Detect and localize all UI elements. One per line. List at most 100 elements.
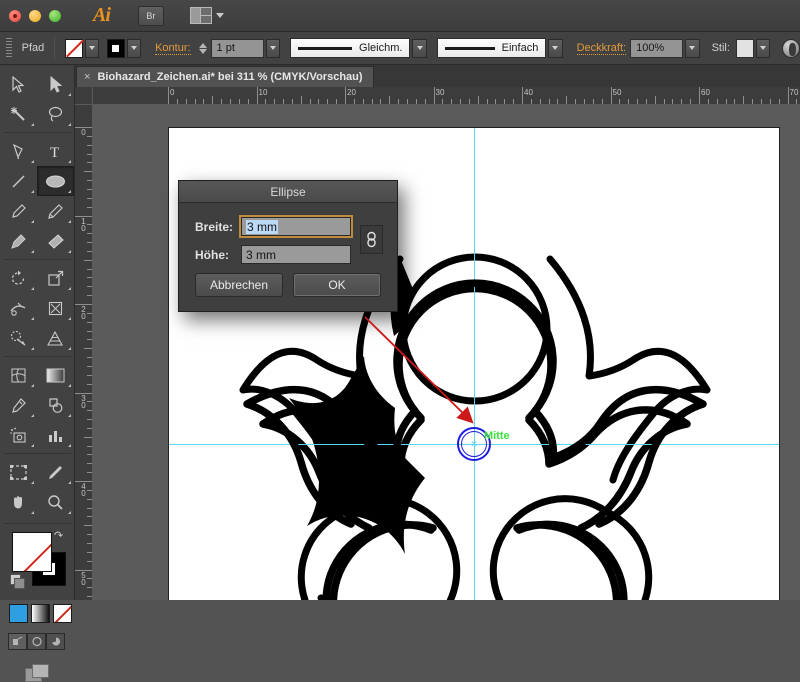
horizontal-ruler[interactable]: 0 10 20 30 40 50 60 70 (93, 87, 800, 105)
ruler-minor-tick (238, 99, 240, 104)
opacity-dropdown-button[interactable] (685, 38, 700, 58)
eraser-tool[interactable] (37, 226, 74, 256)
full-screen-menu-bar-button[interactable] (27, 633, 46, 650)
ruler-minor-tick (87, 507, 92, 509)
stroke-weight-dropdown-button[interactable] (265, 38, 281, 58)
artboard-tool[interactable] (0, 457, 37, 487)
gradient-tool[interactable] (37, 360, 74, 390)
fill-dropdown-button[interactable] (85, 38, 100, 58)
fill-swatch-button[interactable] (65, 38, 84, 58)
stepper-down-icon[interactable] (198, 48, 207, 54)
fill-proxy-swatch[interactable] (12, 532, 52, 572)
ruler-minor-tick (87, 233, 92, 235)
stroke-weight-input[interactable]: 1 pt (210, 38, 264, 58)
control-bar-grip[interactable] (6, 38, 12, 58)
ellipse-tool[interactable] (37, 166, 74, 196)
perspective-grid-tool[interactable] (37, 323, 74, 353)
graphic-style-swatch[interactable] (735, 38, 754, 58)
stroke-weight-label[interactable]: Kontur: (155, 42, 191, 55)
ruler-minor-tick (725, 99, 727, 104)
magic-wand-tool[interactable] (0, 99, 37, 129)
brush-dropdown-button[interactable] (548, 38, 563, 58)
ruler-minor-tick (442, 99, 444, 104)
opacity-label[interactable]: Deckkraft: (576, 42, 627, 55)
eyedropper-tool[interactable] (0, 390, 37, 420)
symbol-sprayer-tool[interactable] (0, 420, 37, 450)
swap-fill-stroke-icon[interactable]: ↷ (54, 530, 66, 542)
ruler-minor-tick (672, 99, 674, 104)
brush-definition-select[interactable]: Einfach (436, 38, 547, 58)
ruler-minor-tick (645, 99, 647, 104)
lasso-tool[interactable] (37, 99, 74, 129)
brush-label: Einfach (501, 42, 539, 54)
divider (3, 523, 71, 524)
zoom-tool[interactable] (37, 487, 74, 517)
hand-tool[interactable] (0, 487, 37, 517)
gradient-paint-mode-button[interactable] (31, 604, 50, 623)
divider (4, 453, 71, 454)
shape-builder-tool[interactable] (0, 323, 37, 353)
close-window-button[interactable] (9, 9, 21, 22)
pencil-tool[interactable] (37, 196, 74, 226)
arrange-documents-button[interactable] (189, 7, 224, 24)
pen-tool[interactable] (0, 136, 37, 166)
ruler-minor-tick (87, 560, 92, 562)
draw-inside-mode-icon[interactable] (782, 38, 800, 58)
go-to-bridge-button[interactable]: Br (137, 5, 164, 26)
ruler-minor-tick (87, 250, 92, 252)
stroke-swatch-button[interactable] (106, 38, 125, 58)
ruler-major-tick (75, 481, 92, 482)
default-fill-stroke-icon[interactable] (10, 574, 25, 589)
full-screen-mode-button[interactable] (46, 633, 65, 650)
canvas-area[interactable]: ✕ Mitte Abbildung: 31 (93, 105, 800, 600)
artboard[interactable]: ✕ Mitte Abbildung: 31 (168, 127, 780, 600)
line-segment-tool[interactable] (0, 166, 37, 196)
opacity-input[interactable]: 100% (630, 38, 684, 58)
ruler-minor-tick (495, 99, 497, 104)
chevron-down-icon (759, 46, 766, 50)
blend-tool[interactable] (37, 390, 74, 420)
vertical-ruler[interactable]: 0 10 20 30 40 50 (75, 105, 93, 600)
paintbrush-tool[interactable] (0, 196, 37, 226)
width-profile-dropdown-button[interactable] (412, 38, 427, 58)
rotate-tool[interactable] (0, 263, 37, 293)
normal-screen-mode-button[interactable] (8, 633, 27, 650)
minimize-window-button[interactable] (29, 9, 41, 22)
type-tool[interactable]: T (37, 136, 74, 166)
ruler-minor-tick (203, 99, 205, 104)
chevron-down-icon (89, 46, 96, 50)
ruler-origin-corner[interactable] (75, 87, 93, 105)
none-paint-mode-button[interactable] (53, 604, 72, 623)
ruler-minor-tick (87, 472, 92, 474)
ruler-minor-tick (87, 463, 92, 465)
variable-width-profile-select[interactable]: Gleichm. (290, 38, 411, 58)
ruler-major-tick (256, 87, 258, 104)
width-tool[interactable] (0, 293, 37, 323)
ruler-minor-tick (707, 99, 709, 104)
ruler-major-tick (75, 304, 92, 305)
ruler-major-tick (168, 87, 169, 104)
stroke-weight-stepper[interactable] (198, 42, 207, 54)
window-title-bar: Ai Br (0, 0, 800, 32)
document-tab[interactable]: × Biohazard_Zeichen.ai* bei 311 % (CMYK/… (76, 66, 374, 87)
color-paint-mode-button[interactable] (9, 604, 28, 623)
column-graph-tool[interactable] (37, 420, 74, 450)
close-icon[interactable]: × (84, 71, 90, 83)
change-screen-mode-icon[interactable] (25, 664, 49, 682)
slice-tool[interactable] (37, 457, 74, 487)
ruler-minor-tick (752, 99, 754, 104)
selection-tool[interactable] (0, 69, 37, 99)
stroke-dropdown-button[interactable] (126, 38, 142, 58)
mesh-tool[interactable] (0, 360, 37, 390)
zoom-window-button[interactable] (49, 9, 61, 22)
scale-tool[interactable] (37, 263, 74, 293)
ruler-minor-tick (87, 498, 92, 500)
free-transform-tool[interactable] (37, 293, 74, 323)
stepper-up-icon[interactable] (198, 42, 207, 48)
graphic-style-dropdown-button[interactable] (755, 38, 771, 58)
blob-brush-tool[interactable] (0, 226, 37, 256)
ruler-minor-tick (87, 357, 92, 359)
divider (4, 259, 71, 260)
chevron-down-icon (130, 46, 137, 50)
direct-selection-tool[interactable] (37, 69, 74, 99)
